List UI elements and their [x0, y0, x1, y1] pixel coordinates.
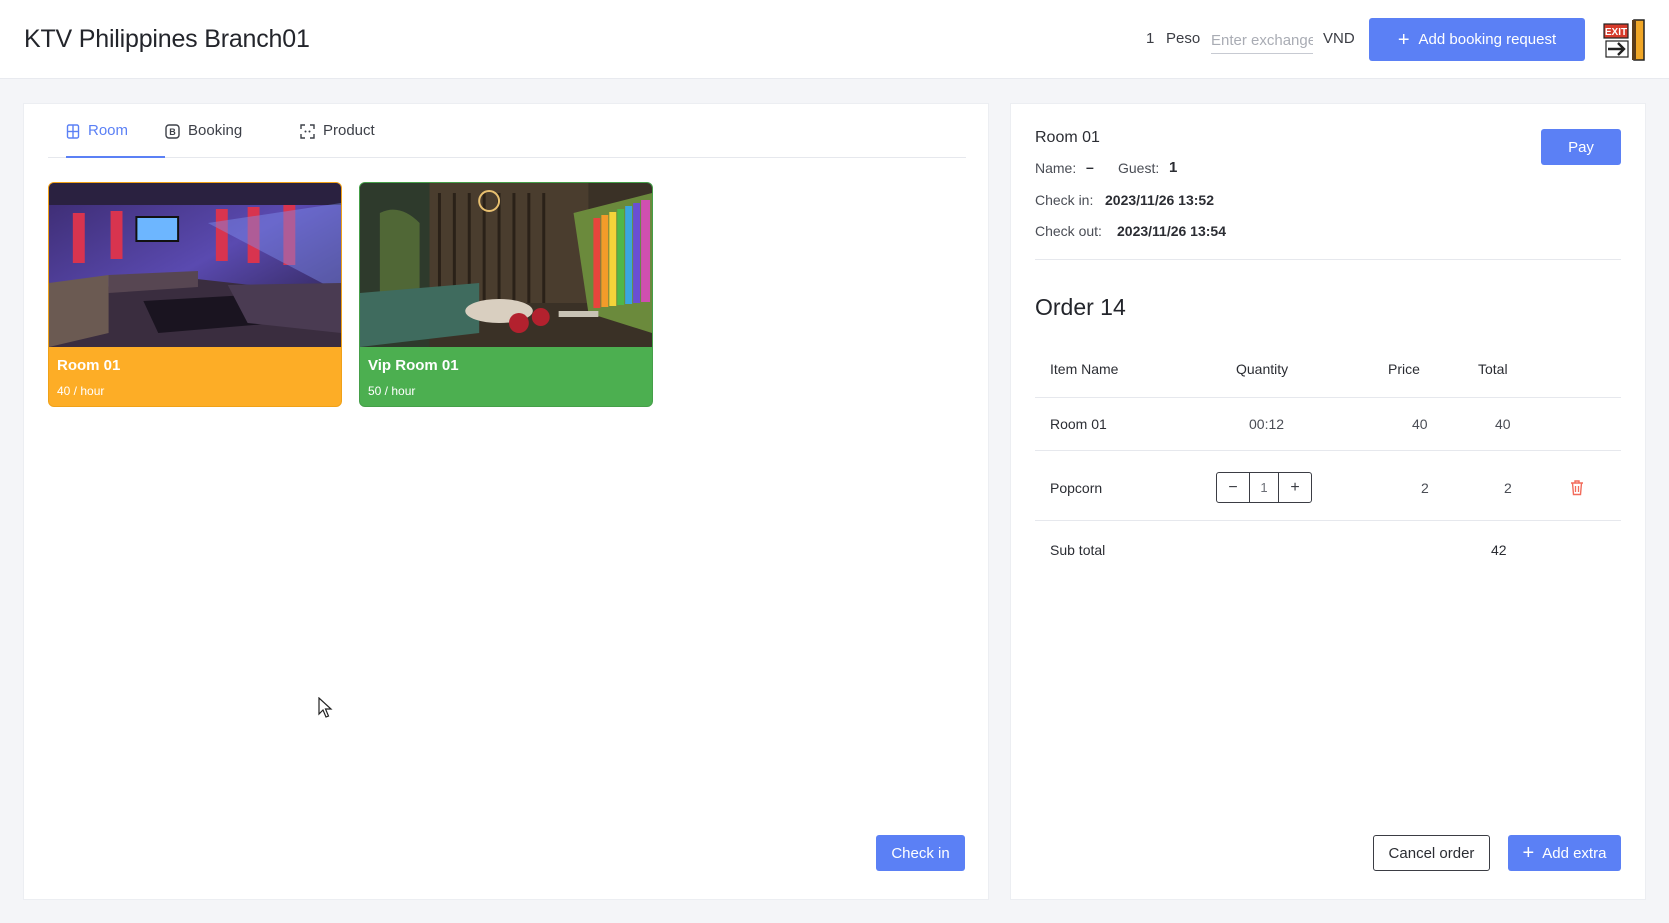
add-booking-request-button[interactable]: + Add booking request — [1369, 18, 1585, 61]
item-total: 2 — [1504, 480, 1512, 496]
exit-sign-icon[interactable]: EXIT — [1602, 19, 1646, 61]
column-item-name: Item Name — [1050, 361, 1119, 377]
tab-booking[interactable]: B Booking — [165, 122, 242, 158]
table-divider — [1035, 450, 1621, 451]
subtotal-label: Sub total — [1050, 542, 1106, 558]
room-card-vip-room-01[interactable]: Vip Room 01 50 / hour — [359, 182, 653, 407]
tab-room-label: Room — [88, 122, 129, 139]
guest-value: 1 — [1169, 159, 1178, 176]
table-divider — [1035, 520, 1621, 521]
check-in-label: Check in: — [1035, 192, 1094, 208]
tab-product-label: Product — [323, 122, 375, 139]
column-price: Price — [1388, 361, 1420, 377]
top-header: KTV Philippines Branch01 1 Peso VND + Ad… — [0, 0, 1669, 79]
item-name: Popcorn — [1050, 480, 1103, 496]
svg-text:EXIT: EXIT — [1605, 27, 1627, 38]
divider — [1035, 259, 1621, 260]
room-rate: 50 / hour — [368, 384, 416, 398]
table-divider — [1035, 397, 1621, 398]
plus-icon: + — [1397, 28, 1410, 51]
room-name: Vip Room 01 — [368, 357, 459, 374]
check-out-time: 2023/11/26 13:54 — [1117, 223, 1226, 239]
product-icon — [300, 124, 315, 139]
check-in-button[interactable]: Check in — [876, 835, 965, 871]
column-quantity: Quantity — [1236, 361, 1289, 377]
exchange-rate-input[interactable] — [1211, 28, 1313, 54]
plus-icon: + — [1522, 842, 1535, 864]
room-icon — [66, 124, 80, 139]
item-name: Room 01 — [1050, 416, 1107, 432]
add-extra-button[interactable]: + Add extra — [1508, 835, 1621, 871]
item-price: 2 — [1421, 480, 1429, 496]
booking-icon: B — [165, 124, 180, 139]
tab-booking-label: Booking — [188, 122, 243, 139]
check-out-label: Check out: — [1035, 223, 1102, 239]
selected-room-title: Room 01 — [1035, 129, 1100, 146]
name-value: – — [1086, 159, 1094, 175]
column-total: Total — [1478, 361, 1508, 377]
room-photo — [49, 183, 341, 347]
item-quantity: 00:12 — [1249, 416, 1285, 432]
room-card-room-01[interactable]: Room 01 40 / hour — [48, 182, 342, 407]
rooms-panel: Room B Booking Product Room 01 40 / hour… — [23, 103, 989, 900]
order-title: Order 14 — [1035, 294, 1126, 320]
svg-text:B: B — [169, 127, 176, 137]
tab-product[interactable]: Product — [300, 122, 375, 158]
pay-button[interactable]: Pay — [1541, 129, 1621, 165]
exchange-rate-amount: 1 — [1146, 30, 1155, 47]
add-booking-label: Add booking request — [1418, 31, 1557, 48]
room-name: Room 01 — [57, 357, 121, 374]
mouse-cursor-icon — [318, 697, 333, 718]
add-extra-label: Add extra — [1542, 844, 1607, 862]
exchange-currency-from: Peso — [1166, 30, 1201, 47]
cancel-order-button[interactable]: Cancel order — [1373, 835, 1490, 871]
decrement-button[interactable]: − — [1217, 473, 1249, 502]
room-rate: 40 / hour — [57, 384, 105, 398]
guest-label: Guest: — [1118, 160, 1160, 176]
name-label: Name: — [1035, 160, 1077, 176]
trash-icon[interactable] — [1569, 479, 1585, 496]
item-price: 40 — [1412, 416, 1428, 432]
order-panel: Room 01 Pay Name: – Guest: 1 Check in: 2… — [1010, 103, 1646, 900]
increment-button[interactable]: + — [1279, 473, 1311, 502]
exchange-currency-to: VND — [1323, 30, 1355, 47]
room-photo — [360, 183, 652, 347]
quantity-value[interactable]: 1 — [1249, 473, 1279, 502]
branch-title: KTV Philippines Branch01 — [24, 25, 310, 53]
tab-bar: Room B Booking Product — [48, 104, 966, 158]
item-total: 40 — [1495, 416, 1511, 432]
tab-room[interactable]: Room — [66, 122, 165, 158]
quantity-stepper: − 1 + — [1216, 472, 1312, 503]
check-in-time: 2023/11/26 13:52 — [1105, 192, 1214, 208]
subtotal-value: 42 — [1491, 542, 1507, 558]
